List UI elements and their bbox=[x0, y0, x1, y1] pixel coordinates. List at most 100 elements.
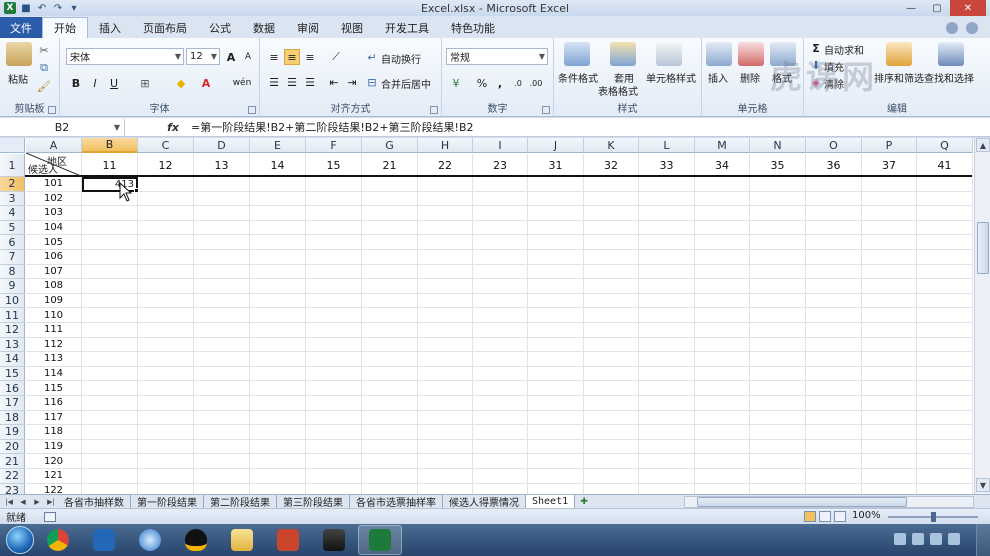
table-cell[interactable] bbox=[250, 250, 306, 265]
table-cell[interactable] bbox=[917, 220, 973, 236]
table-cell[interactable] bbox=[138, 410, 194, 426]
table-cell[interactable] bbox=[862, 381, 917, 396]
table-cell[interactable] bbox=[473, 352, 528, 367]
table-cell[interactable] bbox=[639, 366, 695, 382]
table-cell[interactable] bbox=[306, 454, 362, 469]
table-cell[interactable] bbox=[806, 264, 862, 280]
table-cell[interactable] bbox=[82, 279, 138, 294]
table-cell[interactable] bbox=[917, 323, 973, 338]
table-cell[interactable] bbox=[862, 235, 917, 250]
cut-icon[interactable]: ✂ bbox=[36, 42, 52, 58]
table-cell[interactable] bbox=[418, 235, 473, 250]
redo-icon[interactable]: ↷ bbox=[52, 2, 64, 14]
table-cell[interactable] bbox=[194, 206, 250, 221]
table-cell[interactable] bbox=[584, 337, 639, 353]
table-cell[interactable] bbox=[194, 483, 250, 494]
table-cell[interactable] bbox=[362, 337, 418, 353]
table-cell[interactable] bbox=[362, 264, 418, 280]
worksheet-grid[interactable]: A B C D E F G H I J K L M N O P Q 1 11 12 13 14 15 21 22 23 31 32 33… bbox=[0, 138, 974, 494]
conditional-format-button[interactable]: 条件格式 bbox=[558, 70, 598, 85]
table-cell[interactable] bbox=[138, 191, 194, 207]
table-cell[interactable] bbox=[473, 177, 528, 192]
table-cell[interactable] bbox=[639, 279, 695, 294]
excel-taskbar-icon[interactable] bbox=[358, 525, 402, 555]
table-cell[interactable] bbox=[584, 396, 639, 411]
row-header-3[interactable]: 3 bbox=[0, 191, 25, 207]
table-cell[interactable] bbox=[584, 469, 639, 484]
sheet-tab-sampling-rate[interactable]: 各省市选票抽样率 bbox=[350, 494, 443, 509]
show-desktop-button[interactable] bbox=[976, 524, 990, 556]
table-cell[interactable] bbox=[584, 308, 639, 323]
column-header-g[interactable]: G bbox=[362, 138, 418, 153]
row-header-9[interactable]: 9 bbox=[0, 279, 25, 294]
table-cell[interactable] bbox=[194, 323, 250, 338]
region-code-cell[interactable]: 32 bbox=[584, 154, 639, 177]
table-cell[interactable] bbox=[695, 381, 750, 396]
table-cell[interactable] bbox=[917, 483, 973, 494]
region-code-cell[interactable]: 33 bbox=[639, 154, 695, 177]
table-cell[interactable] bbox=[194, 308, 250, 323]
table-cell[interactable] bbox=[750, 366, 806, 382]
maxthon-icon[interactable] bbox=[82, 525, 126, 555]
column-header-f[interactable]: F bbox=[306, 138, 362, 153]
table-cell[interactable] bbox=[362, 235, 418, 250]
table-cell[interactable] bbox=[584, 206, 639, 221]
table-cell[interactable] bbox=[362, 425, 418, 440]
horizontal-scrollbar[interactable] bbox=[684, 496, 974, 508]
table-cell[interactable] bbox=[528, 264, 584, 280]
table-cell[interactable] bbox=[194, 191, 250, 207]
table-cell[interactable] bbox=[862, 469, 917, 484]
table-cell[interactable] bbox=[473, 308, 528, 323]
table-cell[interactable] bbox=[862, 396, 917, 411]
table-cell[interactable] bbox=[473, 410, 528, 426]
table-cell[interactable] bbox=[473, 483, 528, 494]
candidate-id-cell[interactable]: 111 bbox=[26, 323, 82, 338]
table-cell[interactable] bbox=[639, 235, 695, 250]
table-cell[interactable] bbox=[917, 264, 973, 280]
table-cell[interactable] bbox=[528, 439, 584, 455]
table-cell[interactable] bbox=[418, 366, 473, 382]
row-header-22[interactable]: 22 bbox=[0, 469, 25, 484]
phonetic-icon[interactable]: wén bbox=[230, 75, 254, 91]
table-cell[interactable] bbox=[750, 483, 806, 494]
table-cell[interactable] bbox=[750, 352, 806, 367]
table-cell[interactable] bbox=[917, 366, 973, 382]
table-cell[interactable] bbox=[528, 454, 584, 469]
table-cell[interactable] bbox=[528, 220, 584, 236]
candidate-id-cell[interactable]: 112 bbox=[26, 337, 82, 353]
table-cell[interactable] bbox=[528, 469, 584, 484]
candidate-id-cell[interactable]: 104 bbox=[26, 220, 82, 236]
table-cell[interactable] bbox=[362, 366, 418, 382]
sheet-tab-stage3-result[interactable]: 第三阶段结果 bbox=[277, 494, 350, 509]
powerpoint-icon[interactable] bbox=[266, 525, 310, 555]
table-cell[interactable] bbox=[528, 279, 584, 294]
table-cell[interactable] bbox=[528, 381, 584, 396]
table-cell[interactable] bbox=[362, 396, 418, 411]
merge-center-icon[interactable]: ⊟ bbox=[364, 74, 380, 90]
delete-cells-icon[interactable] bbox=[738, 42, 764, 66]
align-bottom-icon[interactable]: ≡ bbox=[302, 49, 318, 65]
insert-cells-icon[interactable] bbox=[706, 42, 732, 66]
paste-icon[interactable] bbox=[6, 42, 32, 66]
table-cell[interactable] bbox=[473, 454, 528, 469]
page-layout-view-icon[interactable] bbox=[819, 511, 831, 522]
table-cell[interactable] bbox=[473, 293, 528, 309]
table-cell[interactable] bbox=[418, 279, 473, 294]
table-cell[interactable] bbox=[584, 410, 639, 426]
table-cell[interactable] bbox=[862, 293, 917, 309]
format-cells-icon[interactable] bbox=[770, 42, 796, 66]
table-cell[interactable] bbox=[806, 352, 862, 367]
table-cell[interactable] bbox=[82, 250, 138, 265]
help-icon[interactable] bbox=[966, 21, 978, 34]
number-format-select[interactable]: 常规 ▼ bbox=[446, 48, 548, 65]
currency-icon[interactable]: ¥ bbox=[448, 75, 464, 91]
cell-styles-icon[interactable] bbox=[656, 42, 682, 66]
formula-input[interactable]: =第一阶段结果!B2+第二阶段结果!B2+第三阶段结果!B2 bbox=[185, 119, 474, 135]
table-cell[interactable] bbox=[194, 439, 250, 455]
table-cell[interactable] bbox=[250, 366, 306, 382]
table-cell[interactable] bbox=[639, 206, 695, 221]
format-cells-button[interactable]: 格式 bbox=[772, 70, 792, 85]
table-cell[interactable] bbox=[695, 439, 750, 455]
row-header-12[interactable]: 12 bbox=[0, 323, 25, 338]
table-cell[interactable] bbox=[306, 352, 362, 367]
